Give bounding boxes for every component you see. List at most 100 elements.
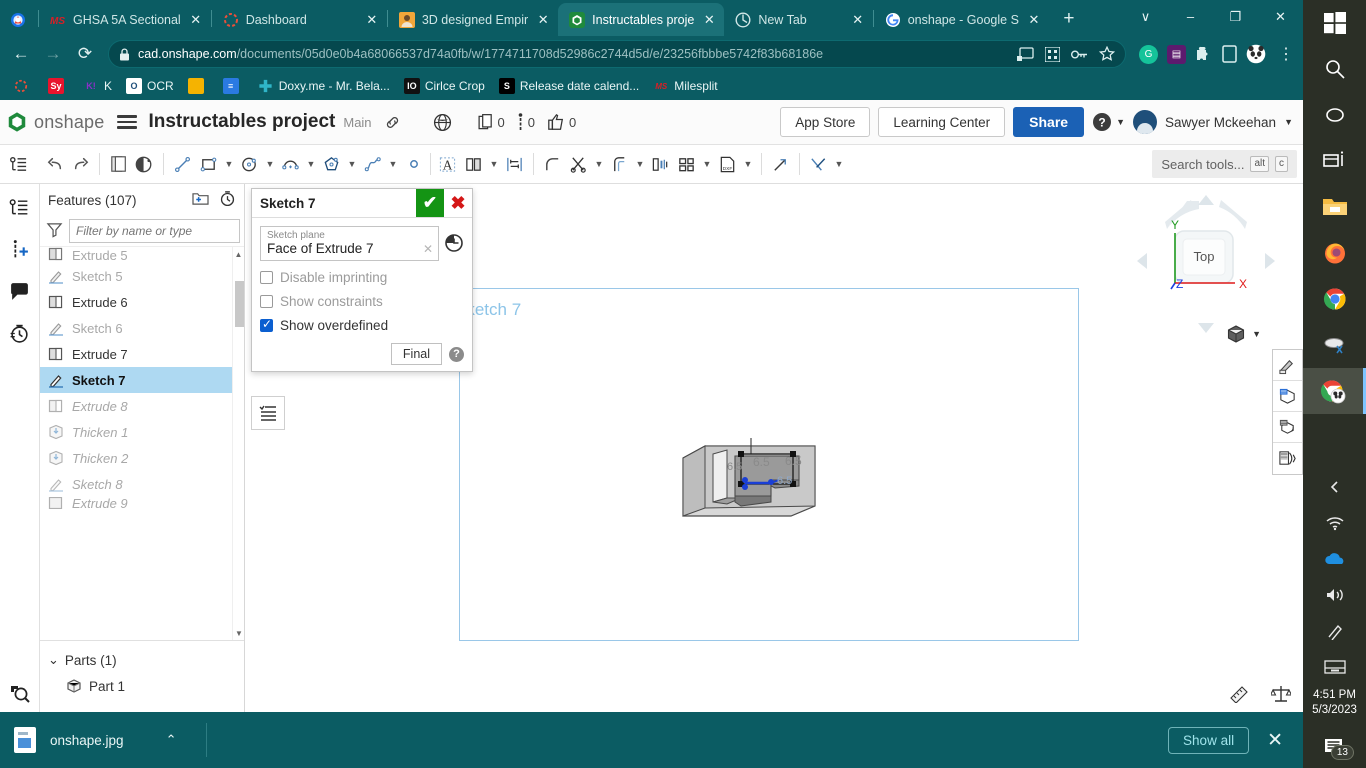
help-icon[interactable]: ? bbox=[449, 347, 464, 362]
dxf-dropdown-icon[interactable]: ▼ bbox=[741, 149, 755, 179]
sketch-panel-icon[interactable] bbox=[6, 149, 31, 179]
document-title[interactable]: Instructables project bbox=[148, 111, 335, 133]
taskbar-clock[interactable]: 4:51 PM 5/3/2023 bbox=[1312, 685, 1357, 724]
feature-list[interactable]: Extrude 5 Sketch 5 Extrude 6 Sketch bbox=[40, 246, 244, 640]
snipping-tool-icon[interactable] bbox=[1303, 322, 1366, 368]
main-menu-icon[interactable] bbox=[114, 109, 140, 135]
onedrive-icon[interactable] bbox=[1303, 541, 1366, 577]
bookmark-9[interactable]: MS Milesplit bbox=[648, 76, 722, 96]
learning-center-button[interactable]: Learning Center bbox=[878, 107, 1005, 137]
app-store-button[interactable]: App Store bbox=[780, 107, 870, 137]
reader-extension-icon[interactable]: ▤ bbox=[1167, 45, 1186, 64]
maximize-button[interactable]: ❐ bbox=[1213, 0, 1258, 33]
feature-row-sketch-7[interactable]: Sketch 7 bbox=[40, 367, 244, 393]
dimension-dropdown-icon[interactable]: ▼ bbox=[832, 149, 846, 179]
view-mode-selector[interactable]: ▼ bbox=[1226, 324, 1261, 344]
redo-icon[interactable] bbox=[68, 149, 93, 179]
cortana-icon[interactable] bbox=[1303, 92, 1366, 138]
rectangle-dropdown-icon[interactable]: ▼ bbox=[222, 149, 236, 179]
final-button[interactable]: Final bbox=[391, 343, 442, 365]
sketch-plane-field[interactable]: Sketch plane Face of Extrude 7 ✕ bbox=[260, 226, 439, 261]
offset-icon[interactable] bbox=[607, 149, 632, 179]
touch-keyboard-icon[interactable] bbox=[1303, 649, 1366, 685]
tab-0[interactable]: MS GHSA 5A Sectional ✕ bbox=[39, 3, 211, 36]
part-row-part-1[interactable]: Part 1 bbox=[40, 673, 244, 699]
feature-row-thicken-1[interactable]: Thicken 1 bbox=[40, 419, 244, 445]
zoom-to-fit-icon[interactable] bbox=[0, 682, 40, 704]
new-tab-button[interactable]: + bbox=[1055, 5, 1083, 33]
feature-row-sketch-6[interactable]: Sketch 6 bbox=[40, 315, 244, 341]
filter-input[interactable] bbox=[69, 219, 240, 243]
point-icon[interactable] bbox=[401, 149, 426, 179]
extensions-puzzle-icon[interactable] bbox=[1195, 45, 1213, 63]
feature-row-extrude-7[interactable]: Extrude 7 bbox=[40, 341, 244, 367]
feature-row-extrude-8[interactable]: Extrude 8 bbox=[40, 393, 244, 419]
user-name[interactable]: Sawyer Mckeehan bbox=[1165, 115, 1276, 130]
wifi-icon[interactable] bbox=[1303, 505, 1366, 541]
line-icon[interactable] bbox=[170, 149, 195, 179]
copy-paste-icon[interactable] bbox=[106, 149, 131, 179]
feature-row-extrude-9[interactable]: Extrude 9 bbox=[40, 497, 244, 509]
mirror-dropdown-icon[interactable]: ▼ bbox=[487, 149, 501, 179]
trim-icon[interactable] bbox=[566, 149, 591, 179]
bookmark-3[interactable]: O OCR bbox=[121, 76, 179, 96]
tab-search-button[interactable]: ∨ bbox=[1123, 0, 1168, 33]
feature-row-thicken-2[interactable]: Thicken 2 bbox=[40, 445, 244, 471]
help-icon[interactable]: ? ▼ bbox=[1092, 112, 1125, 132]
firefox-icon[interactable] bbox=[1303, 230, 1366, 276]
tab-3[interactable]: Instructables proje ✕ bbox=[558, 3, 724, 36]
polygon-dropdown-icon[interactable]: ▼ bbox=[345, 149, 359, 179]
feature-row-sketch-8[interactable]: Sketch 8 bbox=[40, 471, 244, 497]
chevron-up-icon[interactable]: ⌃ bbox=[166, 732, 177, 748]
panda-profile-icon[interactable] bbox=[1246, 44, 1266, 64]
reload-button[interactable]: ⟳ bbox=[70, 39, 100, 69]
close-shelf-icon[interactable]: ✕ bbox=[1261, 729, 1289, 752]
scrollbar-thumb[interactable] bbox=[235, 281, 244, 327]
bookmark-1[interactable]: Sy bbox=[43, 76, 74, 96]
viewport[interactable]: Sketch 7 bbox=[245, 184, 1303, 712]
tab-close-icon[interactable]: ✕ bbox=[364, 12, 380, 28]
circle-icon[interactable] bbox=[237, 149, 262, 179]
chevron-down-icon[interactable]: ⌄ bbox=[48, 652, 59, 668]
appearance-icon[interactable] bbox=[1273, 350, 1302, 381]
volume-icon[interactable] bbox=[1303, 577, 1366, 613]
feature-list-icon[interactable] bbox=[7, 194, 33, 220]
bookmark-star-icon[interactable] bbox=[1099, 46, 1115, 62]
show-all-button[interactable]: Show all bbox=[1168, 727, 1249, 754]
arc-icon[interactable] bbox=[278, 149, 303, 179]
use-icon[interactable] bbox=[648, 149, 673, 179]
tab-close-icon[interactable]: ✕ bbox=[701, 12, 717, 28]
cancel-button[interactable]: ✖ bbox=[444, 189, 472, 217]
comments-icon[interactable] bbox=[7, 278, 33, 304]
sketch-color-icon[interactable] bbox=[132, 149, 157, 179]
feature-row-sketch-5[interactable]: Sketch 5 bbox=[40, 263, 244, 289]
grid-dropdown-icon[interactable]: ▼ bbox=[700, 149, 714, 179]
show-constraints-row[interactable]: Show constraints bbox=[260, 294, 464, 309]
avatar[interactable] bbox=[1133, 110, 1157, 134]
display-state-icon[interactable] bbox=[1273, 381, 1302, 412]
task-view-icon[interactable] bbox=[1303, 138, 1366, 184]
tab-favicon-leading[interactable] bbox=[4, 3, 38, 36]
bookmark-4[interactable] bbox=[183, 76, 214, 96]
spline-icon[interactable] bbox=[360, 149, 385, 179]
clear-icon[interactable]: ✕ bbox=[423, 242, 433, 256]
chrome-icon[interactable] bbox=[1303, 276, 1366, 322]
cast-icon[interactable] bbox=[1017, 47, 1034, 62]
tab-close-icon[interactable]: ✕ bbox=[1026, 12, 1042, 28]
dimension-icon[interactable] bbox=[806, 149, 831, 179]
show-overdefined-checkbox[interactable] bbox=[260, 319, 273, 332]
copies-counter[interactable]: 0 bbox=[478, 114, 505, 131]
undo-icon[interactable] bbox=[42, 149, 67, 179]
bookmark-2[interactable]: K! K bbox=[78, 76, 117, 96]
linear-pattern-icon[interactable] bbox=[502, 149, 527, 179]
back-button[interactable]: ← bbox=[6, 39, 36, 69]
feature-tree-scrollbar[interactable]: ▲ ▼ bbox=[232, 247, 244, 640]
share-button[interactable]: Share bbox=[1013, 107, 1084, 137]
tab-2[interactable]: 3D designed Empir ✕ bbox=[388, 3, 558, 36]
fillet-icon[interactable] bbox=[540, 149, 565, 179]
history-icon[interactable] bbox=[444, 233, 464, 253]
pins-counter[interactable]: 0 bbox=[517, 113, 535, 131]
spline-dropdown-icon[interactable]: ▼ bbox=[386, 149, 400, 179]
extend-icon[interactable] bbox=[768, 149, 793, 179]
version-history-icon[interactable] bbox=[7, 320, 33, 346]
